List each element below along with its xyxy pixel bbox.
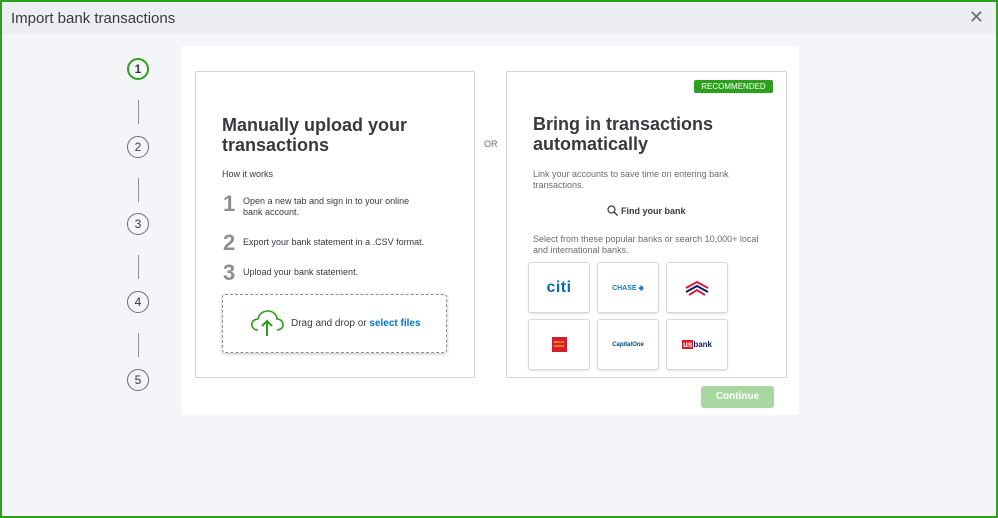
chase-label: CHASE <box>612 284 637 292</box>
description-line: Link your accounts to save time on enter… <box>533 169 729 179</box>
step-number: 1 <box>223 191 236 216</box>
step-2: 2 <box>127 136 149 158</box>
step-number: 2 <box>223 230 236 255</box>
auto-connect-card: RECOMMENDED Bring in transactions automa… <box>506 71 787 378</box>
main-panel: Manually upload your transactions How it… <box>182 46 799 415</box>
file-dropzone[interactable]: Drag and drop or select files <box>222 294 447 353</box>
bank-tile-wells-fargo[interactable]: WELLS FARGO <box>528 319 590 370</box>
close-icon[interactable]: ✕ <box>969 8 984 26</box>
or-divider-label: OR <box>484 139 498 149</box>
step-4: 4 <box>127 291 149 313</box>
step-connector <box>138 178 139 202</box>
recommended-badge: RECOMMENDED <box>694 80 773 93</box>
step-connector <box>138 333 139 357</box>
step-3: 3 <box>127 213 149 235</box>
bank-tile-capital-one[interactable]: CapitalOne <box>597 319 659 370</box>
step-text: Upload your bank statement. <box>243 267 359 277</box>
drop-label: Drag and drop or <box>291 318 370 329</box>
auto-description: Link your accounts to save time on enter… <box>533 169 729 191</box>
step-text-line: bank account. <box>243 207 300 217</box>
find-your-bank-link[interactable]: Find your bank <box>607 205 686 216</box>
bank-tile-citi[interactable]: citi <box>528 262 590 313</box>
capital-one-logo: CapitalOne <box>612 341 644 348</box>
wells-fargo-logo: WELLS FARGO <box>551 337 567 352</box>
select-files-link[interactable]: select files <box>369 318 420 329</box>
step-text: Export your bank statement in a .CSV for… <box>243 237 425 247</box>
find-bank-label: Find your bank <box>621 206 686 216</box>
how-it-works-label: How it works <box>222 169 274 179</box>
chase-logo: CHASE ◈ <box>612 284 644 292</box>
popular-line: and international banks. <box>533 245 629 255</box>
us-bank-logo: usbank <box>681 340 712 349</box>
bank-of-america-logo <box>685 280 709 296</box>
auto-heading-line1: Bring in transactions <box>533 114 714 134</box>
step-text-line: Open a new tab and sign in to your onlin… <box>243 196 410 206</box>
dialog-header: Import bank transactions ✕ <box>2 2 996 34</box>
continue-button[interactable]: Continue <box>701 386 774 408</box>
us-bank-label: bank <box>693 340 712 349</box>
step-connector <box>138 255 139 279</box>
search-icon <box>607 205 618 216</box>
description-line: transactions. <box>533 180 585 190</box>
bank-tile-bank-of-america[interactable] <box>666 262 728 313</box>
dropzone-text: Drag and drop or select files <box>291 318 421 329</box>
auto-heading-line2: automatically <box>533 134 649 154</box>
step-text: Open a new tab and sign in to your onlin… <box>243 196 418 218</box>
bank-tile-us-bank[interactable]: usbank <box>666 319 728 370</box>
manual-heading-line2: transactions <box>222 135 330 155</box>
cloud-upload-icon <box>250 310 284 336</box>
bank-tile-chase[interactable]: CHASE ◈ <box>597 262 659 313</box>
manual-heading-line1: Manually upload your <box>222 115 408 135</box>
us-bank-prefix: us <box>681 340 694 349</box>
step-1: 1 <box>127 58 149 80</box>
manual-upload-card: Manually upload your transactions How it… <box>195 71 475 378</box>
step-connector <box>138 100 139 124</box>
dialog-title: Import bank transactions <box>11 10 176 27</box>
citi-logo: citi <box>546 278 572 296</box>
step-number: 3 <box>223 260 236 285</box>
step-5: 5 <box>127 369 149 391</box>
popular-banks-text: Select from these popular banks or searc… <box>533 234 758 256</box>
popular-line: Select from these popular banks or searc… <box>533 234 759 244</box>
